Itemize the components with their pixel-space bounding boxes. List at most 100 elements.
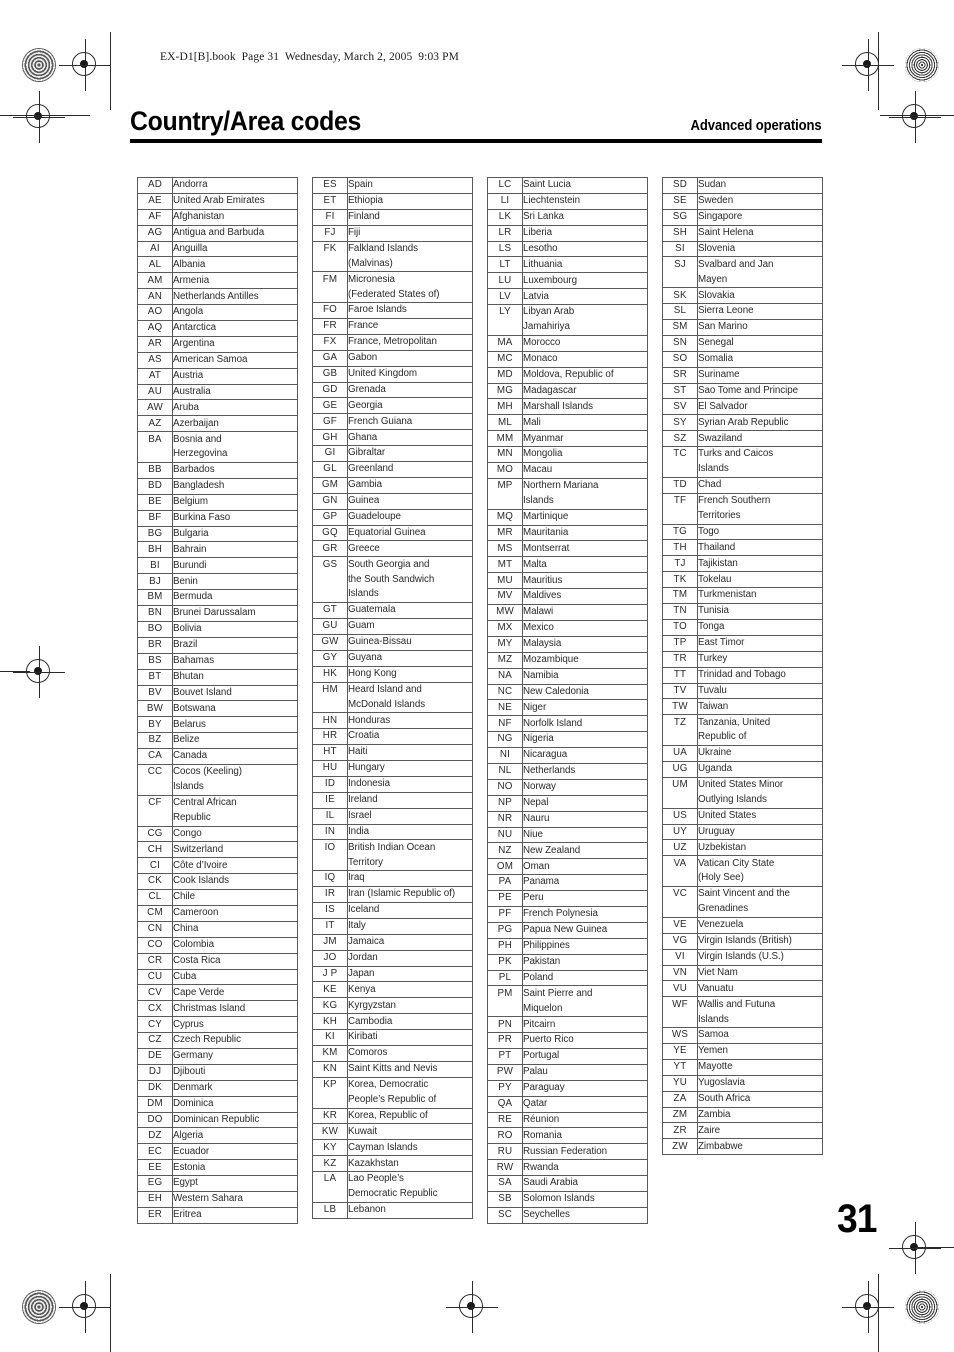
country-code-cell: J P — [312, 965, 348, 983]
table-row: AG Antigua and Barbuda — [137, 224, 298, 242]
table-row: AE United Arab Emirates — [137, 192, 298, 210]
country-code-cell: TM — [662, 587, 698, 605]
table-row: VA Vatican City State — [662, 855, 823, 872]
table-row: AD Andorra — [137, 177, 298, 194]
country-code-cell: SO — [662, 350, 698, 368]
country-name-cell: Malta — [522, 556, 648, 574]
country-code-cell: GR — [312, 540, 348, 558]
country-code-cell: ER — [137, 1206, 173, 1224]
table-row: EH Western Sahara — [137, 1191, 298, 1208]
country-name-cell: Uzbekistan — [697, 839, 823, 857]
country-name-cell: People’s Republic of — [347, 1092, 473, 1109]
table-row: Democratic Republic — [312, 1187, 473, 1203]
table-row: PE Peru — [487, 890, 648, 907]
table-row: SM San Marino — [662, 319, 823, 336]
country-code-cell: AU — [137, 383, 173, 401]
country-code-cell: CF — [137, 794, 173, 811]
country-name-cell: Croatia — [347, 728, 473, 746]
table-row: BI Burundi — [137, 557, 298, 575]
country-code-cell: GF — [312, 413, 348, 431]
table-row: ER Eritrea — [137, 1206, 298, 1224]
country-name-cell: Hong Kong — [347, 665, 473, 683]
country-code-cell: NL — [487, 762, 523, 780]
country-name-cell: France, Metropolitan — [347, 333, 473, 351]
country-code-cell: BW — [137, 700, 173, 718]
country-name-cell: Bulgaria — [172, 525, 298, 543]
country-name-cell: Sierra Leone — [697, 303, 823, 321]
country-code-cell: NG — [487, 731, 523, 749]
table-row: Islands — [137, 779, 298, 796]
table-row: GN Guinea — [312, 492, 473, 510]
country-name-cell: Burkina Faso — [172, 509, 298, 527]
country-code-cell: LY — [487, 304, 523, 321]
country-name-cell: Estonia — [172, 1159, 298, 1177]
table-row: LY Libyan Arab — [487, 304, 648, 321]
country-code-cell: BZ — [137, 732, 173, 750]
table-row: VI Virgin Islands (U.S.) — [662, 948, 823, 966]
country-code-cell: AD — [137, 177, 173, 194]
table-row: TW Taiwan — [662, 698, 823, 716]
country-name-cell: Central African — [172, 794, 298, 811]
table-row: (Holy See) — [662, 871, 823, 888]
table-row: CG Congo — [137, 825, 298, 843]
country-name-cell: Comoros — [347, 1044, 473, 1062]
country-name-cell: French Southern — [697, 492, 823, 509]
table-row: GI Gibraltar — [312, 445, 473, 463]
country-code-cell: EH — [137, 1191, 173, 1208]
country-name-cell: Republic of — [697, 730, 823, 747]
country-name-cell: Nauru — [522, 810, 648, 828]
country-name-cell: Ireland — [347, 791, 473, 809]
country-code-cell: TK — [662, 571, 698, 589]
registration-dot — [34, 112, 42, 120]
country-name-cell: Jamaica — [347, 933, 473, 951]
country-code-cell: KI — [312, 1029, 348, 1046]
country-name-cell: Italy — [347, 917, 473, 935]
table-row: GD Grenada — [312, 381, 473, 399]
table-row: LC Saint Lucia — [487, 177, 648, 194]
country-name-cell: French Guiana — [347, 413, 473, 431]
country-code-cell — [312, 572, 348, 588]
country-name-cell: Guinea — [347, 492, 473, 510]
country-code-cell: MP — [487, 477, 523, 494]
country-name-cell: Falkland Islands — [347, 240, 473, 257]
table-row: SY Syrian Arab Republic — [662, 414, 823, 432]
country-name-cell: El Salvador — [697, 398, 823, 416]
country-code-cell: ZM — [662, 1106, 698, 1124]
country-name-cell: Lebanon — [347, 1201, 473, 1219]
table-row: AT Austria — [137, 367, 298, 385]
table-row: IO British Indian Ocean — [312, 839, 473, 856]
country-name-cell: Zimbabwe — [697, 1138, 823, 1156]
table-row: MW Malawi — [487, 604, 648, 621]
table-row: MR Mauritania — [487, 524, 648, 542]
country-code-cell: RW — [487, 1159, 523, 1177]
country-code-cell: EG — [137, 1175, 173, 1192]
country-code-cell: GU — [312, 617, 348, 635]
country-code-cell: LT — [487, 256, 523, 274]
country-code-cell: MA — [487, 334, 523, 352]
country-code-cell: BN — [137, 605, 173, 622]
country-name-cell: Bouvet Island — [172, 684, 298, 702]
country-code-cell — [312, 1187, 348, 1203]
country-code-cell: CK — [137, 873, 173, 891]
table-row: KG Kyrgyzstan — [312, 997, 473, 1015]
country-name-cell: Tajikistan — [697, 555, 823, 573]
table-row: AL Albania — [137, 256, 298, 274]
country-name-cell: Niue — [522, 826, 648, 844]
country-name-cell: Tokelau — [697, 571, 823, 589]
country-name-cell: Saint Kitts and Nevis — [347, 1060, 473, 1078]
country-code-cell: PM — [487, 985, 523, 1002]
table-row: LB Lebanon — [312, 1201, 473, 1219]
table-row: US United States — [662, 807, 823, 825]
country-code-cell: AZ — [137, 415, 173, 433]
table-row: KW Kuwait — [312, 1123, 473, 1141]
country-code-cell — [312, 855, 348, 871]
table-row: YU Yugoslavia — [662, 1074, 823, 1092]
country-code-cell: CO — [137, 936, 173, 954]
table-row: SH Saint Helena — [662, 224, 823, 242]
table-row: FM Micronesia — [312, 271, 473, 288]
country-code-cell: VN — [662, 964, 698, 982]
country-code-cell: KG — [312, 997, 348, 1015]
table-row: BH Bahrain — [137, 541, 298, 559]
table-row: TM Turkmenistan — [662, 587, 823, 605]
table-row: LU Luxembourg — [487, 272, 648, 290]
